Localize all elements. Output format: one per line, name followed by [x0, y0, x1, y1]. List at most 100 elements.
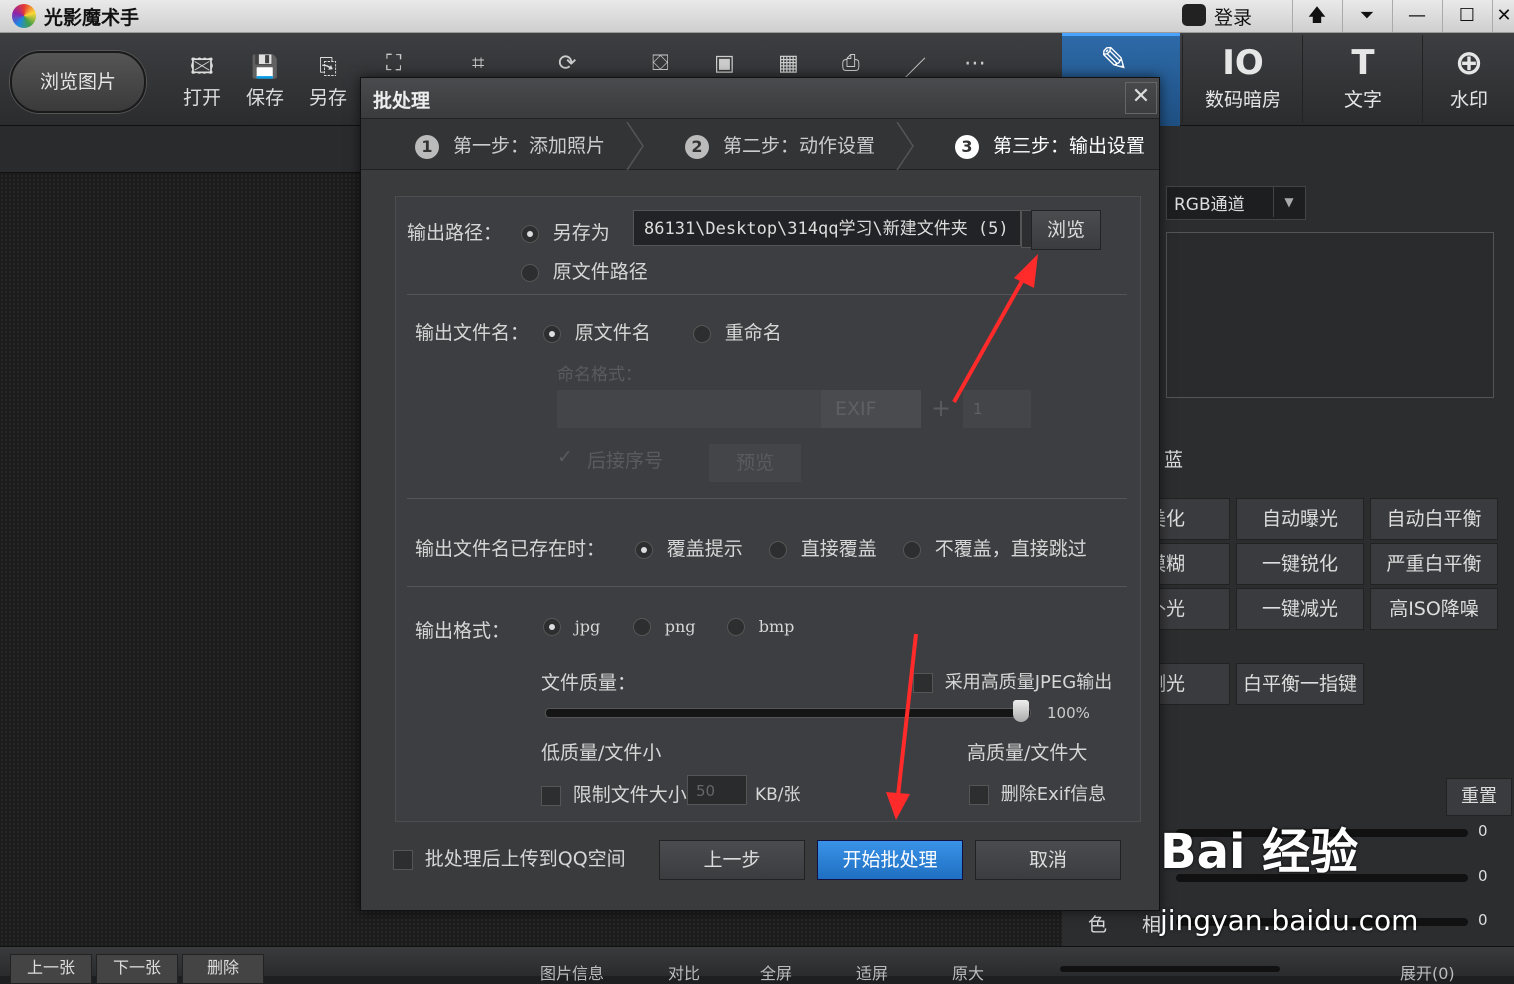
step-2[interactable]: 2 第二步：动作设置: [685, 131, 875, 159]
expand-link[interactable]: 展开(0): [1400, 960, 1455, 984]
fullscreen-link[interactable]: 全屏: [760, 960, 792, 984]
user-icon: [1182, 4, 1206, 26]
login-button[interactable]: 登录: [1176, 0, 1286, 32]
overwrite-prompt-radio[interactable]: 覆盖提示: [635, 534, 743, 561]
skin-icon[interactable]: 🡅: [1292, 0, 1341, 32]
size-icon[interactable]: ⛶: [386, 51, 401, 76]
quality-slider-handle[interactable]: [1013, 700, 1029, 722]
severe-white-balance-button[interactable]: 严重白平衡: [1370, 543, 1498, 585]
output-filename-label: 输出文件名：: [415, 322, 530, 344]
close-icon[interactable]: ✕: [1125, 82, 1157, 114]
more-icon[interactable]: ⋯: [964, 51, 986, 76]
grid-icon[interactable]: ▦: [778, 51, 799, 76]
frame-icon[interactable]: ▣: [714, 51, 735, 76]
quality-value: 100%: [1047, 704, 1090, 722]
check-icon: ✓: [557, 446, 573, 468]
batch-dialog: 批处理 ✕ 1 第一步：添加照片 2 第二步：动作设置 3 第三步：输出设置 输出路径…: [360, 77, 1160, 911]
camera-icon: IO: [1222, 43, 1264, 83]
rename-radio[interactable]: 重命名: [693, 318, 782, 345]
chevron-down-icon: ▼: [1273, 187, 1304, 217]
cancel-button[interactable]: 取消: [975, 840, 1121, 880]
watermark-icon: ⊕: [1454, 43, 1484, 83]
text-icon: T: [1351, 43, 1375, 83]
watermark-tab[interactable]: ⊕ 水印: [1422, 35, 1514, 123]
naming-format-input[interactable]: [557, 390, 821, 428]
overwrite-direct-radio[interactable]: 直接覆盖: [769, 534, 877, 561]
file-quality-label: 文件质量：: [541, 672, 637, 694]
open-button[interactable]: 🖾 打开: [172, 53, 232, 110]
zoom-slider[interactable]: [1060, 966, 1280, 972]
close-app-icon[interactable]: ✕: [1492, 0, 1514, 32]
print-icon[interactable]: ⎙: [842, 51, 860, 76]
step-3[interactable]: 3 第三步：输出设置: [955, 131, 1145, 159]
sharpen-button[interactable]: 一键锐化: [1236, 543, 1364, 585]
plus-icon[interactable]: +: [931, 394, 951, 422]
step-separator: [896, 122, 914, 170]
rotate-icon[interactable]: ⟳: [558, 51, 576, 76]
divider: [407, 586, 1127, 587]
slider-value: 0: [1478, 867, 1488, 885]
reduce-light-button[interactable]: 一键减光: [1236, 588, 1364, 630]
suffix-number-label[interactable]: 后接序号: [587, 446, 663, 473]
white-balance-picker-button[interactable]: 白平衡一指键: [1236, 663, 1364, 705]
skip-radio[interactable]: 不覆盖，直接跳过: [903, 534, 1087, 561]
auto-white-balance-button[interactable]: 自动白平衡: [1370, 498, 1498, 540]
upload-qq-checkbox[interactable]: 批处理后上传到QQ空间: [393, 844, 626, 871]
crop-icon[interactable]: ⌗: [472, 51, 484, 76]
slider-value: 0: [1478, 822, 1488, 840]
step-indicator: 1 第一步：添加照片 2 第二步：动作设置 3 第三步：输出设置: [361, 119, 1159, 170]
fit-screen-link[interactable]: 适屏: [856, 960, 888, 984]
exif-dropdown[interactable]: EXIF: [821, 390, 921, 428]
text-tab[interactable]: T 文字: [1302, 35, 1423, 123]
maximize-icon[interactable]: ☐: [1442, 0, 1491, 32]
output-path-label: 输出路径：: [407, 222, 503, 244]
auto-exposure-button[interactable]: 自动曝光: [1236, 498, 1364, 540]
title-bar: 光影魔术手 登录 🡅 ⏷ — ☐ ✕: [0, 0, 1514, 33]
save-as-button[interactable]: ⎘ 另存: [298, 53, 358, 110]
jpg-radio[interactable]: jpg: [543, 616, 600, 637]
delete-button[interactable]: 删除: [182, 954, 264, 984]
darkroom-tab[interactable]: IO 数码暗房: [1182, 35, 1303, 123]
png-radio[interactable]: png: [633, 616, 696, 637]
delete-exif-checkbox[interactable]: 删除Exif信息: [969, 780, 1106, 806]
minimize-icon[interactable]: —: [1392, 0, 1441, 32]
color-label: 色: [1088, 914, 1108, 936]
bmp-radio[interactable]: bmp: [727, 616, 794, 637]
app-title: 光影魔术手: [44, 7, 140, 29]
original-path-radio[interactable]: 原文件路径: [521, 257, 648, 284]
compare-link[interactable]: 对比: [668, 960, 700, 984]
high-quality-label: 高质量/文件大: [967, 742, 1088, 764]
output-format-label: 输出格式：: [415, 620, 511, 642]
file-exists-label: 输出文件名已存在时：: [415, 538, 606, 560]
image-info-link[interactable]: 图片信息: [540, 960, 604, 984]
edit-icon: ✎: [1100, 40, 1129, 80]
save-as-icon: ⎘: [319, 55, 337, 80]
browse-images-button[interactable]: 浏览图片: [10, 51, 146, 113]
step-separator: [626, 122, 644, 170]
output-path-input[interactable]: 86131\Desktop\314qq学习\新建文件夹 (5): [633, 210, 1021, 246]
start-batch-button[interactable]: 开始批处理: [817, 840, 963, 880]
naming-format-label: 命名格式：: [557, 365, 642, 385]
step-1[interactable]: 1 第一步：添加照片: [415, 131, 605, 159]
star-icon[interactable]: ⛋: [652, 51, 669, 76]
save-button[interactable]: 💾 保存: [235, 53, 295, 110]
menu-dropdown-icon[interactable]: ⏷: [1342, 0, 1391, 32]
next-image-button[interactable]: 下一张: [96, 954, 178, 984]
high-iso-denoise-button[interactable]: 高ISO降噪: [1370, 588, 1498, 630]
original-size-link[interactable]: 原大: [952, 960, 984, 984]
original-name-radio[interactable]: 原文件名: [543, 318, 651, 345]
start-number-input[interactable]: 1: [963, 390, 1031, 428]
quality-slider[interactable]: [545, 708, 1031, 718]
hq-jpeg-checkbox[interactable]: 采用高质量JPEG输出: [913, 668, 1112, 694]
prev-image-button[interactable]: 上一张: [10, 954, 92, 984]
divider: [407, 498, 1127, 499]
browse-button[interactable]: 浏览: [1031, 210, 1101, 250]
limit-size-checkbox[interactable]: 限制文件大小: [541, 780, 687, 807]
saveas-radio[interactable]: 另存为: [521, 218, 610, 245]
divider: [407, 294, 1127, 295]
previous-step-button[interactable]: 上一步: [659, 840, 805, 880]
size-limit-input[interactable]: 50: [687, 775, 747, 805]
channel-label: RGB通道: [1174, 195, 1245, 215]
reset-button[interactable]: 重置: [1446, 778, 1512, 816]
preview-button[interactable]: 预览: [709, 444, 801, 482]
